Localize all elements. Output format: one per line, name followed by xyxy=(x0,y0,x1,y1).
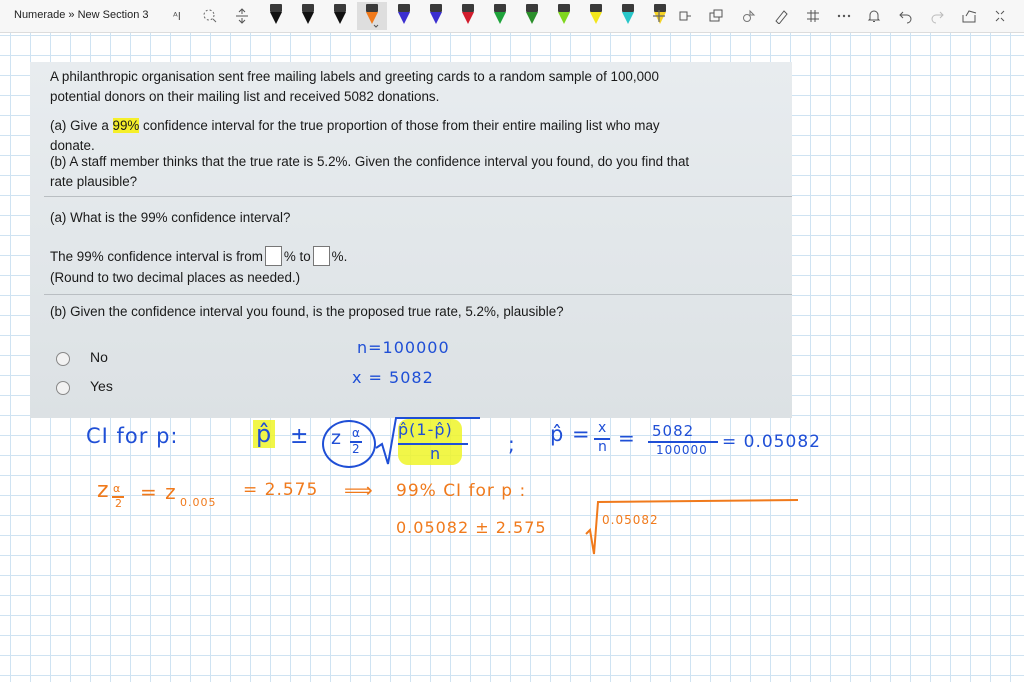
part-b-line-2: rate plausible? xyxy=(50,174,138,189)
part-a-suffix: confidence interval for the true proport… xyxy=(139,118,660,133)
ci-suffix: %. xyxy=(331,249,348,264)
pen-tool-9[interactable] xyxy=(524,2,540,30)
pen-tool-2[interactable] xyxy=(300,2,316,30)
z-alpha-half-left: z xyxy=(97,478,110,503)
part-a-line-1: (a) Give a 99% confidence interval for t… xyxy=(50,117,660,135)
pen-tool-5[interactable] xyxy=(396,2,412,30)
ruler-icon[interactable] xyxy=(674,4,698,28)
sub-a-heading: (a) What is the 99% confidence interval? xyxy=(50,210,291,225)
pen-tool-4[interactable] xyxy=(357,2,387,30)
p-hat-equals: p̂ = xyxy=(550,422,591,446)
bell-icon[interactable] xyxy=(862,4,886,28)
share-icon[interactable] xyxy=(957,4,981,28)
round-note: (Round to two decimal places as needed.) xyxy=(50,270,301,285)
plus-minus: ± xyxy=(290,424,310,449)
radio-no[interactable] xyxy=(56,352,70,366)
sqrt-denominator: n xyxy=(430,444,442,463)
pen-tool-11[interactable] xyxy=(588,2,604,30)
redo-icon[interactable] xyxy=(925,4,949,28)
option-yes-label[interactable]: Yes xyxy=(90,378,113,394)
equals-sign: = xyxy=(618,426,636,450)
ci99-label: 99% CI for p : xyxy=(396,481,527,501)
fraction-denominator: 100000 xyxy=(656,443,708,457)
lasso-select-icon[interactable]: ᴬI xyxy=(168,4,192,28)
toolbar: Numerade » New Section 3 ᴬI xyxy=(0,0,1024,33)
ink-to-shape-icon[interactable] xyxy=(737,4,761,28)
pen-tool-10[interactable] xyxy=(556,2,572,30)
ci-mid: % to xyxy=(283,249,311,264)
z-alpha-sub-denominator: 2 xyxy=(115,497,123,510)
final-expression: 0.05082 ± 2.575 xyxy=(396,518,547,537)
insert-space-icon[interactable] xyxy=(230,4,254,28)
ci-prefix: The 99% confidence interval is from xyxy=(50,249,263,264)
pen-tool-7[interactable] xyxy=(460,2,476,30)
n-denominator: n xyxy=(598,439,608,455)
handwritten-x: x = 5082 xyxy=(352,368,434,387)
z-value: = 2.575 xyxy=(243,480,319,500)
highlighted-99: 99% xyxy=(112,118,140,133)
pen-tool-8[interactable] xyxy=(492,2,508,30)
question-screenshot: A philanthropic organisation sent free m… xyxy=(30,62,792,418)
z-subscript: 0.005 xyxy=(180,496,217,509)
sub-b-heading: (b) Given the confidence interval you fo… xyxy=(50,304,564,319)
ci-lower-input[interactable] xyxy=(264,246,282,266)
pen-tool-3[interactable] xyxy=(332,2,348,30)
divider xyxy=(44,196,792,197)
alpha-denominator: 2 xyxy=(352,442,361,456)
sqrt-numerator: p̂(1-p̂) xyxy=(398,420,453,439)
handwritten-n: n=100000 xyxy=(357,338,450,357)
intro-line-2: potential donors on their mailing list a… xyxy=(50,89,440,104)
add-pen-icon[interactable] xyxy=(647,4,671,28)
ci-upper-input[interactable] xyxy=(312,246,330,266)
pen-tool-1[interactable] xyxy=(268,2,284,30)
z-letter: z xyxy=(331,427,342,449)
divider xyxy=(44,294,792,295)
z-equals: = z xyxy=(140,480,177,504)
radio-yes[interactable] xyxy=(56,381,70,395)
intro-line-1: A philanthropic organisation sent free m… xyxy=(50,69,659,84)
p-hat-estimate: p̂ xyxy=(253,420,276,448)
alpha-numerator: α xyxy=(352,426,361,440)
add-space-icon[interactable] xyxy=(198,4,222,28)
semicolon: ; xyxy=(508,432,516,456)
eraser-icon[interactable] xyxy=(769,4,793,28)
fullscreen-icon[interactable] xyxy=(988,4,1012,28)
ci-answer-line: The 99% confidence interval is from % to%… xyxy=(50,246,347,266)
z-alpha-sub-numerator: α xyxy=(113,482,122,495)
undo-icon[interactable] xyxy=(894,4,918,28)
pen-tool-6[interactable] xyxy=(428,2,444,30)
option-no-label[interactable]: No xyxy=(90,349,108,365)
breadcrumb[interactable]: Numerade » New Section 3 xyxy=(14,9,149,21)
fraction-numerator: 5082 xyxy=(652,422,695,440)
shape-icon[interactable] xyxy=(704,4,728,28)
x-numerator: x xyxy=(598,420,608,436)
final-sqrt-content: 0.05082 xyxy=(602,513,659,527)
pen-tool-12[interactable] xyxy=(620,2,636,30)
ci-for-p-label: CI for p: xyxy=(86,424,179,448)
part-b-line-1: (b) A staff member thinks that the true … xyxy=(50,154,690,169)
math-icon[interactable] xyxy=(801,4,825,28)
part-a-prefix: (a) Give a xyxy=(50,118,113,133)
p-hat-result: = 0.05082 xyxy=(722,432,821,452)
more-icon[interactable] xyxy=(832,4,856,28)
implies-arrow: ⟹ xyxy=(344,478,374,502)
svg-text:ᴬI: ᴬI xyxy=(173,10,181,23)
